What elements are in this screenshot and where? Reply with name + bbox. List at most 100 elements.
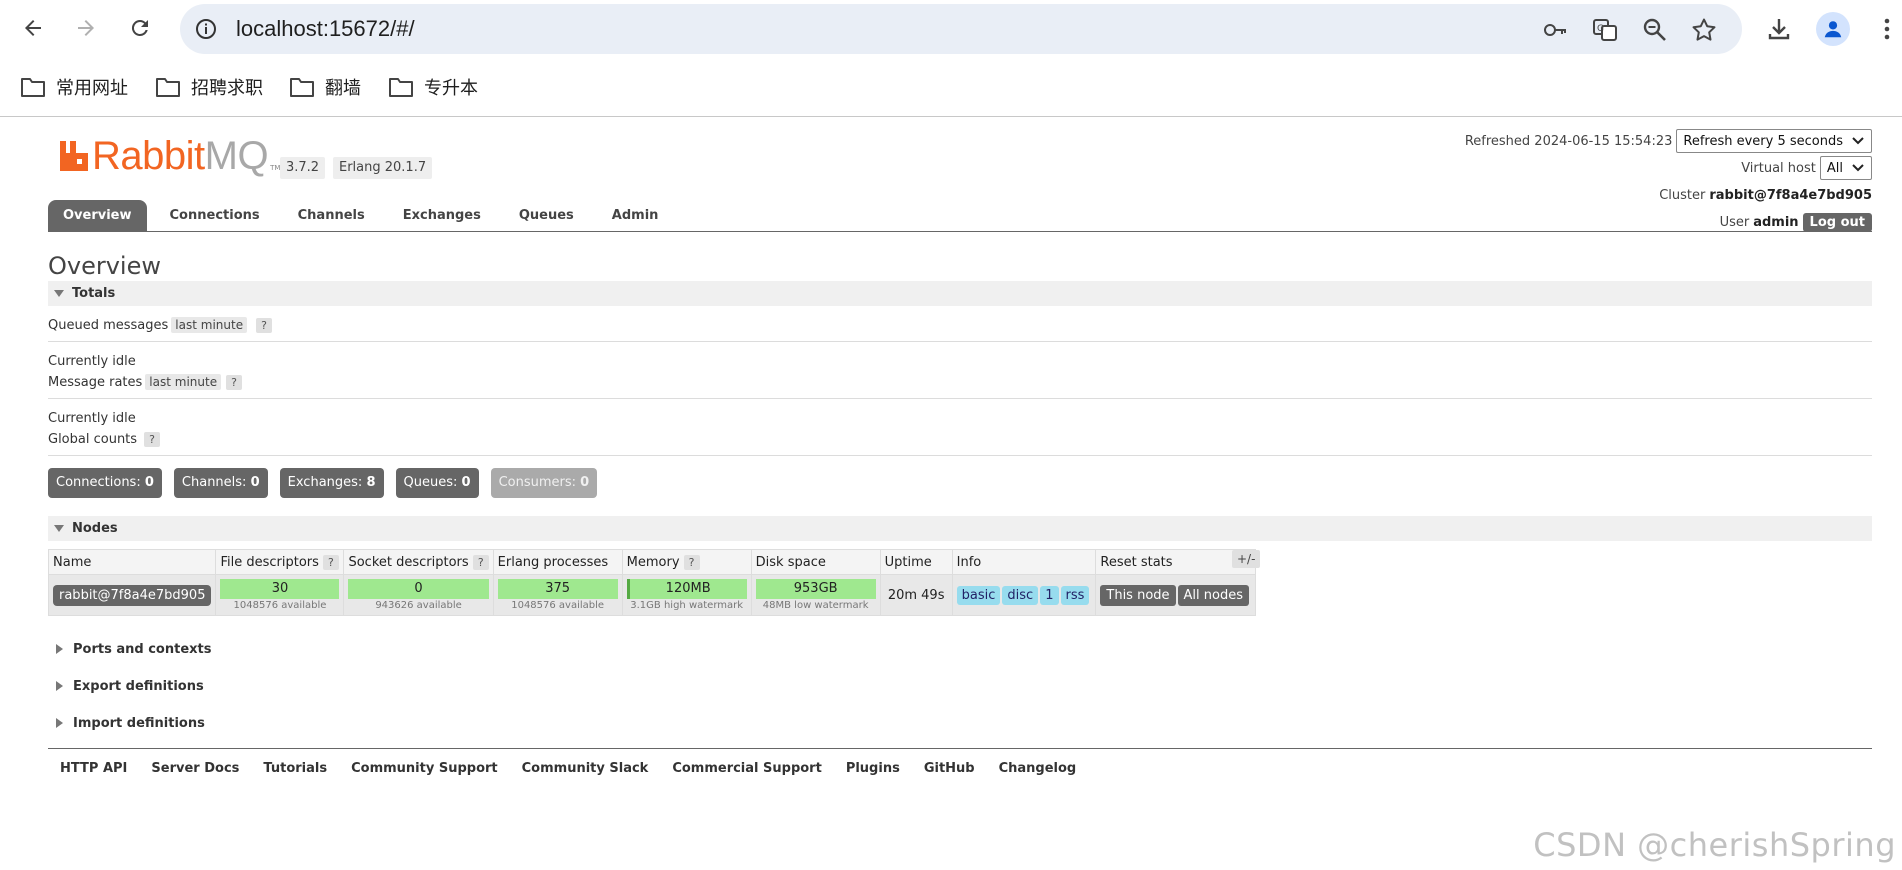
help-button[interactable]: ?	[226, 374, 242, 390]
footer-link-plugins[interactable]: Plugins	[834, 755, 912, 782]
tab-queues[interactable]: Queues	[504, 200, 589, 231]
tab-admin[interactable]: Admin	[597, 200, 674, 231]
footer-link-github[interactable]: GitHub	[912, 755, 987, 782]
col-label: Info	[956, 554, 982, 570]
rates-range-selector[interactable]: last minute	[145, 374, 222, 390]
memory-watermark: 3.1GB high watermark	[630, 599, 744, 611]
global-counts-label: Global counts	[48, 431, 138, 447]
bookmark-folder[interactable]: 翻墙	[289, 72, 361, 102]
profile-avatar[interactable]	[1816, 12, 1850, 46]
queued-range-selector[interactable]: last minute	[171, 317, 248, 333]
col-label: Uptime	[884, 554, 932, 570]
reset-all-nodes-button[interactable]: All nodes	[1177, 584, 1249, 606]
reset-this-node-button[interactable]: This node	[1100, 584, 1176, 606]
uptime-value: 20m 49s	[887, 587, 945, 603]
bookmark-label[interactable]: 翻墙	[325, 74, 361, 100]
count-value: 0	[144, 475, 154, 490]
translate-icon[interactable]: G	[1592, 17, 1618, 43]
chevron-down-icon	[1852, 164, 1864, 172]
tab-connections[interactable]: Connections	[155, 200, 275, 231]
footer-link-http-api[interactable]: HTTP API	[48, 755, 139, 782]
bookmark-folder[interactable]: 专升本	[388, 72, 478, 102]
export-definitions-header[interactable]: Export definitions	[48, 674, 648, 698]
forward-button[interactable]	[68, 10, 104, 46]
erlang-version: Erlang 20.1.7	[333, 157, 433, 179]
col-label: File descriptors	[220, 554, 319, 570]
queued-messages-row: Queued messages last minute ?	[48, 314, 272, 336]
footer-link-community-slack[interactable]: Community Slack	[510, 755, 661, 782]
tab-exchanges[interactable]: Exchanges	[388, 200, 496, 231]
triangle-down-icon	[54, 289, 64, 297]
count-label: Consumers:	[498, 475, 577, 490]
ports-contexts-header[interactable]: Ports and contexts	[48, 637, 648, 661]
back-arrow-icon	[25, 20, 41, 36]
help-button[interactable]: ?	[144, 431, 160, 447]
divider	[48, 455, 1872, 456]
bookmark-label[interactable]: 常用网址	[56, 74, 128, 100]
rates-idle-text: Currently idle	[48, 411, 136, 426]
col-label: Erlang processes	[497, 554, 609, 570]
fd-cell: 30 1048576 available	[215, 574, 345, 616]
tab-overview[interactable]: Overview	[48, 200, 147, 231]
footer-link-changelog[interactable]: Changelog	[987, 755, 1089, 782]
address-bar[interactable]: localhost:15672/#/ G	[180, 4, 1742, 54]
tab-channels[interactable]: Channels	[283, 200, 380, 231]
footer-link-community-support[interactable]: Community Support	[339, 755, 510, 782]
triangle-down-icon	[54, 524, 64, 532]
downloads-button[interactable]	[1764, 14, 1794, 44]
queues-count-button[interactable]: Queues: 0	[395, 468, 479, 498]
chevron-down-icon	[1852, 137, 1864, 145]
count-label: Connections:	[56, 475, 141, 490]
vhost-select[interactable]: All	[1819, 156, 1872, 180]
refresh-interval-select[interactable]: Refresh every 5 seconds	[1676, 129, 1872, 153]
col-label: Name	[53, 554, 92, 570]
browser-menu-button[interactable]	[1872, 14, 1902, 44]
import-definitions-header[interactable]: Import definitions	[48, 711, 648, 735]
logo-rabbit: Rabbit	[92, 134, 205, 178]
count-label: Exchanges:	[287, 475, 363, 490]
bookmark-star-icon[interactable]	[1691, 17, 1717, 43]
info-tag-basic: basic	[956, 585, 1001, 605]
footer-link-tutorials[interactable]: Tutorials	[251, 755, 339, 782]
disk-bar: 953GB	[755, 578, 876, 599]
message-rates-row: Message rates last minute ?	[48, 371, 242, 393]
totals-section-header[interactable]: Totals	[48, 281, 1872, 306]
channels-count-button[interactable]: Channels: 0	[173, 468, 268, 498]
back-button[interactable]	[15, 10, 51, 46]
url-text[interactable]: localhost:15672/#/	[236, 16, 415, 42]
more-vertical-icon	[1884, 18, 1890, 40]
help-button[interactable]: ?	[472, 554, 489, 570]
col-label: Disk space	[755, 554, 826, 570]
info-tag-disc: disc	[1002, 585, 1039, 605]
bookmark-folder[interactable]: 常用网址	[20, 72, 128, 102]
site-info-icon[interactable]	[194, 17, 218, 41]
consumers-count-button[interactable]: Consumers: 0	[490, 468, 598, 498]
rabbit-logo-icon	[60, 141, 88, 171]
table-header-row: Name File descriptors ? Socket descripto…	[47, 549, 1256, 575]
footer-link-server-docs[interactable]: Server Docs	[139, 755, 251, 782]
nodes-section-header[interactable]: Nodes	[48, 516, 1872, 541]
ep-bar: 375	[497, 578, 618, 599]
columns-toggle-button[interactable]: +/-	[1232, 550, 1261, 568]
help-button[interactable]: ?	[683, 554, 700, 570]
bookmark-label[interactable]: 专升本	[424, 74, 478, 100]
exchanges-count-button[interactable]: Exchanges: 8	[279, 468, 384, 498]
help-button[interactable]: ?	[323, 554, 339, 570]
reload-button[interactable]	[122, 10, 158, 46]
key-icon[interactable]	[1542, 17, 1568, 43]
bookmark-folder[interactable]: 招聘求职	[155, 72, 263, 102]
svg-text:G: G	[1597, 24, 1604, 34]
help-button[interactable]: ?	[256, 317, 272, 333]
footer-link-commercial-support[interactable]: Commercial Support	[660, 755, 834, 782]
download-icon	[1768, 19, 1790, 40]
folder-icon	[389, 78, 413, 97]
bookmark-label[interactable]: 招聘求职	[191, 74, 263, 100]
person-icon	[1824, 21, 1842, 38]
node-name-link[interactable]: rabbit@7f8a4e7bd905	[53, 584, 212, 606]
info-tag-rss: rss	[1060, 585, 1090, 605]
reset-stats-cell: This node All nodes	[1095, 574, 1256, 616]
fd-bar: 30	[220, 578, 340, 599]
connections-count-button[interactable]: Connections: 0	[48, 468, 162, 498]
col-uptime: Uptime	[879, 549, 953, 575]
zoom-icon[interactable]	[1642, 17, 1668, 43]
